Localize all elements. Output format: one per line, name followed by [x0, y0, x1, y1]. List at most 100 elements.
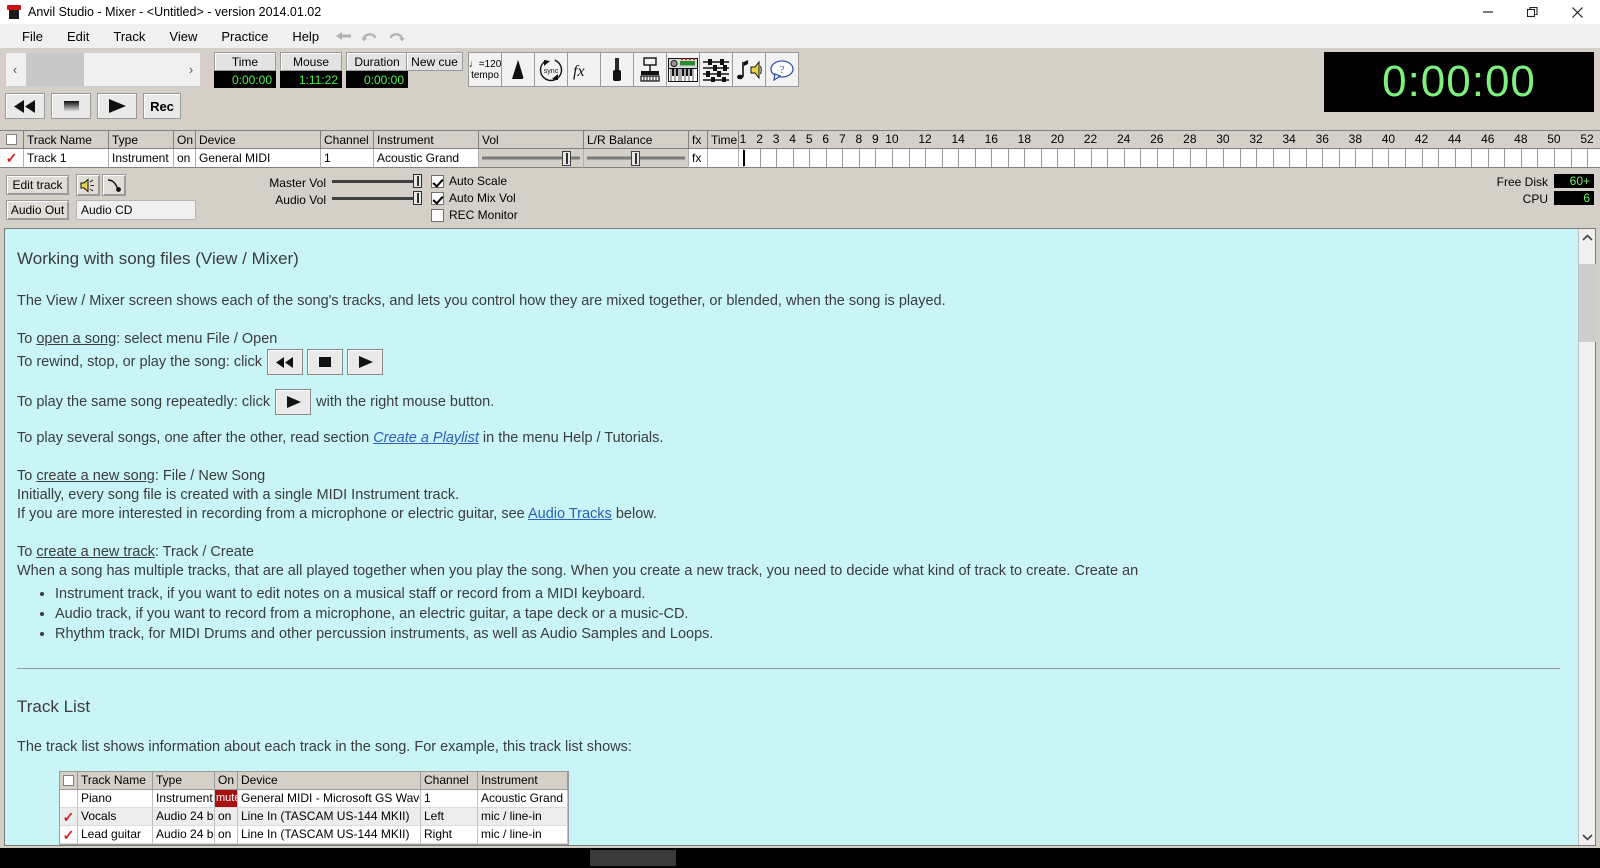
- track-channel-cell[interactable]: 1: [321, 149, 374, 168]
- note-speaker-icon[interactable]: [732, 52, 766, 87]
- play-button[interactable]: [97, 93, 137, 119]
- audio-out-button[interactable]: Audio Out: [6, 200, 69, 220]
- undo-icon[interactable]: [357, 29, 383, 43]
- measure-gridline: [991, 149, 992, 167]
- header-track-name[interactable]: Track Name: [24, 130, 109, 149]
- inline-play-button-2[interactable]: [275, 389, 311, 415]
- scroll-right-arrow-icon[interactable]: ›: [182, 62, 200, 77]
- help-icon[interactable]: ?: [765, 52, 799, 87]
- vertical-scroll-thumb[interactable]: [1579, 264, 1596, 342]
- new-cue-button[interactable]: New cue: [406, 52, 463, 71]
- menu-track[interactable]: Track: [101, 27, 157, 46]
- header-fx[interactable]: fx: [689, 130, 708, 149]
- header-instrument[interactable]: Instrument: [374, 130, 479, 149]
- edit-track-button[interactable]: Edit track: [6, 175, 69, 195]
- menu-edit[interactable]: Edit: [55, 27, 101, 46]
- close-icon[interactable]: [1555, 0, 1600, 24]
- audio-vol-slider[interactable]: [332, 191, 422, 205]
- maximize-icon[interactable]: [1510, 0, 1555, 24]
- bottom-scroll-bar[interactable]: [0, 848, 1600, 868]
- sync-icon[interactable]: sync: [534, 52, 568, 87]
- audio-tracks-prefix: If you are more interested in recording …: [17, 506, 528, 522]
- menu-help[interactable]: Help: [280, 27, 331, 46]
- amp-stand-icon[interactable]: [633, 52, 667, 87]
- scroll-thumb[interactable]: [26, 53, 84, 86]
- rec-monitor-checkbox[interactable]: REC Monitor: [431, 208, 518, 222]
- header-channel[interactable]: Channel: [321, 130, 374, 149]
- example-track-instrument: mic / line-in: [478, 808, 568, 826]
- document-vertical-scrollbar[interactable]: [1578, 229, 1595, 845]
- track-device-cell[interactable]: General MIDI: [196, 149, 321, 168]
- tempo-button[interactable]: ♩=120 tempo: [468, 52, 502, 87]
- scroll-down-arrow-icon[interactable]: [1579, 828, 1596, 845]
- audio-jack-icon[interactable]: [600, 52, 634, 87]
- select-all-checkbox[interactable]: [0, 130, 24, 149]
- track-time-cell[interactable]: [708, 149, 739, 168]
- bottom-scroll-thumb[interactable]: [590, 850, 676, 866]
- auto-mix-vol-checkbox[interactable]: Auto Mix Vol: [431, 191, 516, 205]
- auto-scale-checkbox[interactable]: Auto Scale: [431, 174, 507, 188]
- track-instrument-cell[interactable]: Acoustic Grand: [374, 149, 479, 168]
- menu-file[interactable]: File: [10, 27, 55, 46]
- example-select-all-checkbox[interactable]: [60, 772, 78, 790]
- audio-cd-field[interactable]: Audio CD: [76, 200, 196, 220]
- new-track-suffix: : Track / Create: [155, 544, 254, 560]
- rec-monitor-box[interactable]: [431, 209, 444, 222]
- scroll-track[interactable]: [24, 53, 182, 86]
- menu-view[interactable]: View: [157, 27, 209, 46]
- header-on[interactable]: On: [174, 130, 196, 149]
- mixer-faders-icon[interactable]: [699, 52, 733, 87]
- track-row[interactable]: ✓ Track 1 Instrument on General MIDI 1 A…: [0, 149, 1600, 168]
- time-label: Time: [214, 52, 276, 71]
- tuner-icon[interactable]: [102, 174, 126, 196]
- app-logo-icon: [6, 4, 22, 20]
- master-vol-slider[interactable]: [332, 174, 422, 188]
- playhead-cursor[interactable]: [743, 150, 745, 166]
- menu-practice[interactable]: Practice: [209, 27, 280, 46]
- minimize-icon[interactable]: [1465, 0, 1510, 24]
- track-name-cell[interactable]: Track 1: [24, 149, 109, 168]
- rewind-button[interactable]: [5, 93, 45, 119]
- track-timeline-area[interactable]: [739, 149, 1600, 168]
- inline-play-button[interactable]: [347, 349, 383, 375]
- title-bar: Anvil Studio - Mixer - <Untitled> - vers…: [0, 0, 1600, 24]
- audio-tracks-link[interactable]: Audio Tracks: [528, 506, 612, 522]
- example-row-checkbox: ✓: [60, 808, 78, 826]
- song-position-scrollbar[interactable]: ‹ ›: [5, 52, 201, 87]
- create-a-playlist-link[interactable]: Create a Playlist: [373, 430, 479, 446]
- back-arrow-icon[interactable]: [331, 29, 357, 43]
- tempo-label: tempo: [471, 70, 499, 81]
- ruler-tick-label: 46: [1481, 132, 1494, 146]
- scroll-left-arrow-icon[interactable]: ‹: [6, 62, 24, 77]
- mouse-value: 1:11:22: [280, 71, 342, 88]
- fx-icon[interactable]: fx: [567, 52, 601, 87]
- track-balance-slider[interactable]: [584, 149, 689, 168]
- track-on-cell[interactable]: on: [174, 149, 196, 168]
- speaker-icon[interactable]: [76, 174, 100, 196]
- auto-mix-vol-box[interactable]: [431, 192, 444, 205]
- inline-stop-button[interactable]: [307, 349, 343, 375]
- scroll-up-arrow-icon[interactable]: [1579, 229, 1596, 246]
- midi-keyboard-icon[interactable]: [666, 52, 700, 87]
- measure-ruler-header[interactable]: 1234567891012141618202224262830323436384…: [739, 130, 1600, 149]
- vertical-scroll-track[interactable]: [1579, 246, 1596, 828]
- header-device[interactable]: Device: [196, 130, 321, 149]
- header-vol[interactable]: Vol: [479, 130, 584, 149]
- metronome-icon[interactable]: [501, 52, 535, 87]
- header-type[interactable]: Type: [109, 130, 174, 149]
- track-enabled-checkbox[interactable]: ✓: [0, 149, 24, 168]
- stop-button[interactable]: [51, 93, 91, 119]
- header-time[interactable]: Time: [708, 130, 739, 149]
- inline-rewind-button[interactable]: [267, 349, 303, 375]
- track-volume-slider[interactable]: [479, 149, 584, 168]
- track-fx-cell[interactable]: fx: [689, 149, 708, 168]
- example-track-name: Vocals: [78, 808, 153, 826]
- example-track-on: mute: [215, 790, 238, 808]
- svg-text:?: ?: [780, 64, 785, 76]
- measure-gridline: [1289, 149, 1290, 167]
- record-button[interactable]: Rec: [143, 93, 181, 119]
- track-type-cell[interactable]: Instrument: [109, 149, 174, 168]
- header-lr-balance[interactable]: L/R Balance: [584, 130, 689, 149]
- auto-scale-box[interactable]: [431, 175, 444, 188]
- redo-icon[interactable]: [383, 29, 409, 43]
